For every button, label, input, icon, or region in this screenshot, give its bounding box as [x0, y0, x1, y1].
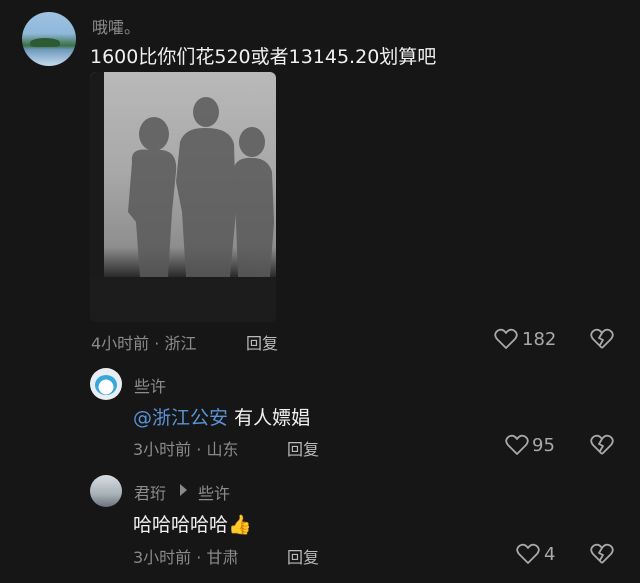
comment-username[interactable]: 哦嚯。 [92, 14, 140, 38]
comment-text: 1600比你们花520或者13145.20划算吧 [90, 46, 437, 68]
comment-meta: 4小时前 · 浙江 [91, 334, 197, 353]
like-count: 182 [522, 329, 557, 350]
avatar[interactable] [90, 475, 122, 507]
triangle-right-icon [180, 484, 187, 496]
reply-button[interactable]: 回复 [287, 544, 319, 568]
thumbs-up-emoji: 👍 [228, 514, 252, 536]
broken-heart-icon[interactable] [589, 543, 615, 565]
broken-heart-icon[interactable] [589, 434, 615, 456]
mention-link[interactable]: @浙江公安 [133, 407, 228, 429]
comment-text: 哈哈哈哈哈👍 [133, 510, 252, 537]
like-count: 4 [544, 544, 556, 565]
heart-outline-icon[interactable] [505, 434, 529, 456]
reply-to-username[interactable]: 些许 [198, 480, 230, 504]
comment-body: 哈哈哈哈哈 [133, 514, 229, 536]
like-count: 95 [532, 435, 555, 456]
heart-outline-icon[interactable] [516, 543, 540, 565]
comment-meta: 3小时前 · 甘肃 [133, 548, 239, 567]
heart-outline-icon[interactable] [494, 328, 518, 350]
avatar[interactable] [90, 368, 122, 400]
comment-username[interactable]: 君珩 [134, 480, 166, 504]
avatar[interactable] [22, 12, 76, 66]
broken-heart-icon[interactable] [589, 328, 615, 350]
reply-button[interactable]: 回复 [287, 436, 319, 460]
comment-text: @浙江公安 有人嫖娼 [133, 403, 310, 430]
comment-body: 有人嫖娼 [234, 407, 311, 429]
comment-meta: 3小时前 · 山东 [133, 440, 239, 459]
comment-image[interactable] [90, 72, 276, 322]
reply-button[interactable]: 回复 [246, 330, 278, 354]
comment-username[interactable]: 些许 [134, 373, 166, 397]
